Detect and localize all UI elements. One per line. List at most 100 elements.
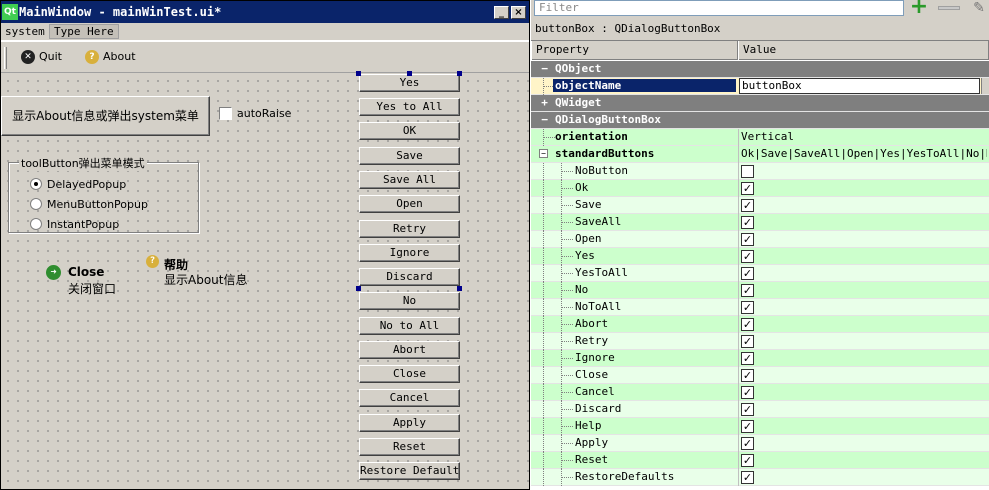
menu-system[interactable]: system [5,25,45,38]
radio-delayed-popup[interactable] [30,178,42,190]
property-row-objectname[interactable]: objectName buttonBox [531,78,989,95]
property-value[interactable]: Vertical [741,130,987,143]
flag-row[interactable]: Yes ✓ [531,248,989,265]
dialog-button[interactable]: OK [359,122,460,140]
checkbox-checked[interactable]: ✓ [741,471,754,484]
group-qwidget[interactable]: + QWidget [531,95,989,112]
flag-row[interactable]: Ok ✓ [531,180,989,197]
dialog-button[interactable]: Save All [359,171,460,189]
dialog-button[interactable]: Save [359,147,460,165]
dialog-button[interactable]: No [359,292,460,310]
flag-row[interactable]: Discard ✓ [531,401,989,418]
flag-row[interactable]: RestoreDefaults ✓ [531,469,989,486]
property-value[interactable]: Ok|Save|SaveAll|Open|Yes|YesToAll|No|NoT… [741,147,987,160]
checkbox-checked[interactable]: ✓ [741,420,754,433]
checkbox-unchecked[interactable] [741,165,754,178]
group-qobject[interactable]: − QObject [531,61,989,78]
checkbox-checked[interactable]: ✓ [741,437,754,450]
dialog-button[interactable]: No to All [359,317,460,335]
flag-row[interactable]: Abort ✓ [531,316,989,333]
flag-row[interactable]: Retry ✓ [531,333,989,350]
flag-name: Save [575,198,602,211]
group-qdialogbuttonbox[interactable]: − QDialogButtonBox [531,112,989,129]
tree-line [543,435,544,452]
dialog-button[interactable]: Apply [359,414,460,432]
menu-type-here[interactable]: Type Here [49,24,119,39]
flag-row[interactable]: Help ✓ [531,418,989,435]
selection-handle[interactable] [407,71,412,76]
quit-action[interactable]: ✕ Quit [21,50,62,66]
expand-icon[interactable]: + [539,97,550,108]
filter-input[interactable]: Filter [534,0,904,16]
close-window-button[interactable]: × [511,6,526,19]
flag-row[interactable]: Close ✓ [531,367,989,384]
checkbox-checked[interactable]: ✓ [741,199,754,212]
column-divider [738,197,739,214]
checkbox-checked[interactable]: ✓ [741,233,754,246]
flag-row[interactable]: NoToAll ✓ [531,299,989,316]
checkbox-checked[interactable]: ✓ [741,318,754,331]
flag-row[interactable]: Apply ✓ [531,435,989,452]
flag-row[interactable]: Save ✓ [531,197,989,214]
checkbox-checked[interactable]: ✓ [741,386,754,399]
flag-row[interactable]: YesToAll ✓ [531,265,989,282]
checkbox-checked[interactable]: ✓ [741,216,754,229]
remove-property-icon[interactable] [938,6,960,10]
checkbox-checked[interactable]: ✓ [741,250,754,263]
dialog-button[interactable]: Reset [359,438,460,456]
checkbox-checked[interactable]: ✓ [741,352,754,365]
tree-line [561,477,573,478]
minimize-button[interactable]: _ [494,6,509,19]
dialog-button[interactable]: Discard [359,268,460,286]
dialog-button[interactable]: Retry [359,220,460,238]
flag-row[interactable]: Reset ✓ [531,452,989,469]
flag-name: Cancel [575,385,615,398]
about-popup-button[interactable]: 显示About信息或弹出system菜单 [1,96,210,136]
form-titlebar[interactable]: Qt MainWindow - mainWinTest.ui* _ × [1,1,529,23]
tree-line [561,239,573,240]
flag-row[interactable]: Open ✓ [531,231,989,248]
checkbox-checked[interactable]: ✓ [741,454,754,467]
about-action[interactable]: ? About [85,50,136,66]
checkbox-checked[interactable]: ✓ [741,335,754,348]
dialog-button[interactable]: Restore Defaults [359,462,460,480]
dialog-button[interactable]: Cancel [359,389,460,407]
checkbox-checked[interactable]: ✓ [741,267,754,280]
header-property[interactable]: Property [531,41,738,60]
checkbox-checked[interactable]: ✓ [741,403,754,416]
selection-handle[interactable] [356,71,361,76]
checkbox-checked[interactable]: ✓ [741,369,754,382]
dialog-button[interactable]: Abort [359,341,460,359]
header-value[interactable]: Value [738,41,989,60]
dialog-button[interactable]: Ignore [359,244,460,262]
objectname-input[interactable]: buttonBox [739,78,980,94]
radio-menubutton-popup[interactable] [30,198,42,210]
flag-row[interactable]: NoButton [531,163,989,180]
selection-handle[interactable] [356,286,361,291]
toolbar-handle[interactable] [4,47,7,69]
radio-instant-popup[interactable] [30,218,42,230]
dialog-button[interactable]: Open [359,195,460,213]
dialog-button[interactable]: Close [359,365,460,383]
add-property-icon[interactable]: + [908,0,930,18]
reset-button[interactable] [981,78,989,94]
flag-row[interactable]: No ✓ [531,282,989,299]
form-canvas[interactable]: 显示About信息或弹出system菜单 autoRaise toolButto… [1,71,529,489]
selection-handle[interactable] [457,71,462,76]
configure-icon[interactable]: ✎ [971,0,987,16]
flag-row[interactable]: SaveAll ✓ [531,214,989,231]
dialog-button[interactable]: Yes [359,74,460,92]
collapse-icon[interactable]: − [539,114,550,125]
flag-row[interactable]: Cancel ✓ [531,384,989,401]
dialog-button[interactable]: Yes to All [359,98,460,116]
checkbox-checked[interactable]: ✓ [741,301,754,314]
selection-handle[interactable] [457,286,462,291]
collapse-icon[interactable]: − [539,149,548,158]
flag-row[interactable]: Ignore ✓ [531,350,989,367]
checkbox-checked[interactable]: ✓ [741,284,754,297]
checkbox-checked[interactable]: ✓ [741,182,754,195]
collapse-icon[interactable]: − [539,63,550,74]
property-row-orientation[interactable]: orientation Vertical [531,129,989,146]
property-row-standardbuttons[interactable]: − standardButtons Ok|Save|SaveAll|Open|Y… [531,146,989,163]
autoraise-checkbox[interactable] [219,107,232,120]
